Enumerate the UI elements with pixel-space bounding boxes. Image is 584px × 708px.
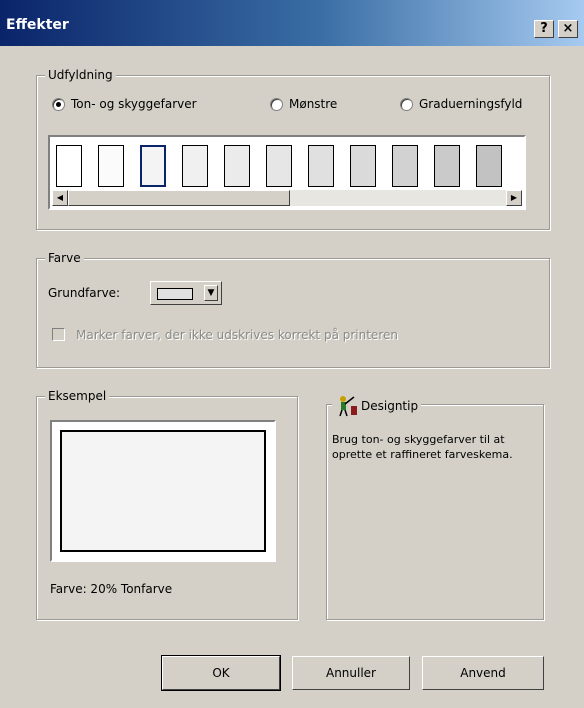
apply-button[interactable]: Anvend (422, 656, 544, 690)
fill-legend: Udfyldning (45, 68, 116, 82)
color-legend: Farve (45, 251, 84, 265)
scroll-right-icon[interactable]: ▶ (506, 190, 522, 206)
swatch-strip: ◀ ▶ (48, 135, 526, 210)
title-bar: Effekter ? × (0, 0, 584, 46)
preview-shape (60, 430, 266, 552)
swatch[interactable] (182, 145, 208, 187)
base-color-label: Grundfarve: (48, 286, 121, 300)
swatch[interactable] (434, 145, 460, 187)
radio-patterns[interactable]: Mønstre (270, 97, 337, 111)
example-caption: Farve: 20% Tonfarve (50, 582, 173, 596)
swatch[interactable] (392, 145, 418, 187)
swatch[interactable] (266, 145, 292, 187)
radio-tone-shade[interactable]: Ton- og skyggefarver (52, 97, 197, 111)
scroll-left-icon[interactable]: ◀ (52, 190, 68, 206)
color-group: Farve (36, 251, 550, 368)
designtip-header: Designtip (332, 394, 422, 418)
swatch[interactable] (350, 145, 376, 187)
mark-colors-checkbox[interactable] (52, 328, 65, 341)
swatch-selected[interactable] (140, 145, 166, 187)
close-button[interactable]: × (558, 20, 578, 38)
base-color-picker[interactable]: ▼ (150, 281, 222, 305)
radio-dot-icon (52, 97, 65, 111)
swatch[interactable] (98, 145, 124, 187)
swatch-scrollbar[interactable]: ◀ ▶ (52, 190, 522, 206)
example-preview (50, 420, 276, 562)
scroll-thumb[interactable] (68, 190, 290, 206)
swatch[interactable] (56, 145, 82, 187)
designtip-text: Brug ton- og skyggefarver til at oprette… (332, 433, 513, 461)
swatch[interactable] (308, 145, 334, 187)
radio-gradient-label: Graduerningsfyld (419, 97, 523, 111)
cancel-button[interactable]: Annuller (292, 656, 410, 690)
ok-button[interactable]: OK (161, 655, 281, 691)
designtip-legend: Designtip (361, 399, 419, 413)
window-title: Effekter (6, 17, 69, 33)
radio-tone-shade-label: Ton- og skyggefarver (71, 97, 197, 111)
radio-dot-icon (400, 97, 413, 111)
help-button[interactable]: ? (534, 20, 554, 38)
radio-dot-icon (270, 97, 283, 111)
radio-gradient[interactable]: Graduerningsfyld (400, 97, 522, 111)
swatch[interactable] (476, 145, 502, 187)
swatch[interactable] (224, 145, 250, 187)
dropdown-arrow-icon[interactable]: ▼ (204, 285, 218, 301)
radio-patterns-label: Mønstre (289, 97, 338, 111)
example-legend: Eksempel (45, 389, 110, 403)
color-sample (157, 288, 193, 300)
designtip-figure-icon (339, 396, 357, 417)
mark-colors-label: Marker farver, der ikke udskrives korrek… (76, 328, 398, 342)
